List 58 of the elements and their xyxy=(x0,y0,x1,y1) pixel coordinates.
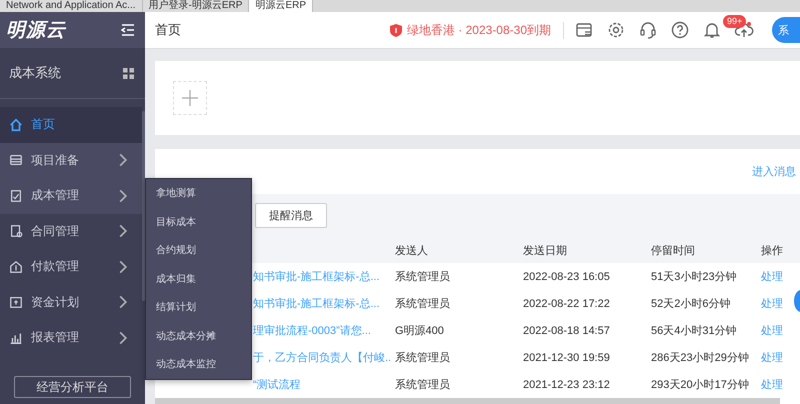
menu-item-icon xyxy=(9,295,23,310)
license-expiry: 绿地香港 · 2023-08-30到期 xyxy=(406,22,551,38)
column-header: 停留时间 xyxy=(647,237,757,263)
sidebar-item[interactable]: 成本管理 xyxy=(0,178,142,214)
table-cell-text: G明源400 xyxy=(394,324,445,339)
submenu-item[interactable]: 结算计划 xyxy=(146,293,251,322)
sidebar-item[interactable]: 报表管理 xyxy=(0,320,142,356)
column-header: 操作 xyxy=(757,237,800,263)
page-title: 首页 xyxy=(155,21,182,39)
menu-toggle-icon[interactable] xyxy=(121,24,135,36)
shield-icon xyxy=(390,24,402,36)
logo: 明源云 xyxy=(6,19,66,43)
submenu-item[interactable]: 动态成本分摊 xyxy=(146,322,251,350)
table-cell: 2022-08-23 16:05 xyxy=(519,263,647,290)
settings-icon[interactable] xyxy=(606,20,626,40)
submenu-item[interactable]: 目标成本 xyxy=(146,208,251,236)
table-cell-text: 56天4小时31分钟 xyxy=(650,324,738,339)
menu-item-icon xyxy=(9,153,23,168)
plus-icon xyxy=(182,90,198,106)
menu-item-icon xyxy=(9,260,23,274)
scrollbar[interactable] xyxy=(142,111,145,301)
table-cell-text: 52天2小时6分钟 xyxy=(650,297,732,312)
table-cell-text: 2021-12-30 19:59 xyxy=(522,350,611,366)
sidebar-item[interactable]: 合同管理 xyxy=(0,214,142,249)
table-cell-text: 286天23小时29分钟 xyxy=(650,351,750,366)
column-header: 发送日期 xyxy=(519,237,647,263)
grid-icon[interactable] xyxy=(123,68,134,78)
menu-item-icon xyxy=(9,118,23,132)
submenu-item[interactable]: 合约规划 xyxy=(146,236,251,264)
sidebar-item[interactable]: 项目准备 xyxy=(0,142,142,178)
menu-item-icon xyxy=(9,188,23,203)
sidebar-item[interactable]: 资金计划 xyxy=(0,284,142,320)
menu-item-icon xyxy=(9,330,23,345)
table-cell-text: 系统管理员 xyxy=(394,378,451,393)
sidebar-item[interactable]: 首页 xyxy=(0,107,142,142)
table-cell-text: 2022-08-18 14:57 xyxy=(522,324,611,338)
help-icon[interactable] xyxy=(670,20,690,40)
message-tab[interactable]: 提醒消息 xyxy=(255,203,327,228)
table-cell: 51天3小时23分钟 xyxy=(647,263,757,290)
table-cell: 系统管理员 xyxy=(391,263,519,290)
browser-tab[interactable]: 明源云ERP xyxy=(249,0,313,12)
avatar[interactable]: 系 xyxy=(772,17,800,43)
analysis-platform-button[interactable]: 经营分析平台 xyxy=(14,376,131,398)
submenu-item[interactable]: 动态成本监控 xyxy=(146,350,251,378)
notification-badge: 99+ xyxy=(723,15,746,28)
table-cell-text: 293天20小时17分钟 xyxy=(650,378,750,393)
submenu-item[interactable]: 拿地测算 xyxy=(146,179,251,208)
column-header: 发送人 xyxy=(391,237,519,263)
headset-icon[interactable] xyxy=(638,20,658,40)
horizontal-scrollbar[interactable] xyxy=(155,398,780,404)
table-cell-text: 2022-08-22 17:22 xyxy=(522,296,611,312)
menu-item-icon xyxy=(9,224,23,238)
sidebar-item[interactable]: 付款管理 xyxy=(0,249,142,284)
table-cell-text: 系统管理员 xyxy=(394,296,451,312)
table-cell-text: 系统管理员 xyxy=(394,350,451,366)
table-cell-text: 2021-12-23 23:12 xyxy=(522,378,611,392)
submenu-item[interactable]: 成本归集 xyxy=(146,264,251,293)
system-name: 成本系统 xyxy=(9,64,61,82)
